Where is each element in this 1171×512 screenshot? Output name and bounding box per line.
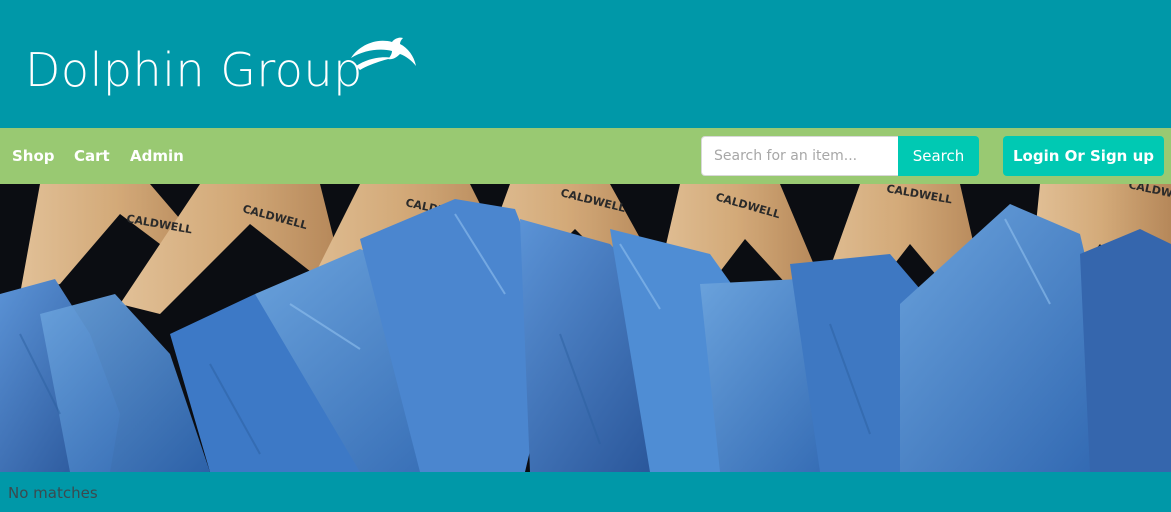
no-matches-text: No matches <box>8 484 98 502</box>
login-signup-button[interactable]: Login Or Sign up <box>1003 136 1164 176</box>
nav-link-cart[interactable]: Cart <box>74 146 110 166</box>
status-bar <box>0 472 1171 512</box>
site-header: Dolphin Group <box>0 0 1171 128</box>
nav-link-admin[interactable]: Admin <box>130 146 184 166</box>
main-navbar: Shop Cart Admin <box>0 128 1171 184</box>
search-input[interactable] <box>701 136 898 176</box>
dolphin-icon <box>351 37 416 70</box>
hero-banner-image: CALDWELL CALDWELL CALDWELL CALDWELL CALD… <box>0 184 1171 472</box>
search-button[interactable]: Search <box>898 136 979 176</box>
nav-link-shop[interactable]: Shop <box>12 146 55 166</box>
brand-title: Dolphin Group <box>25 43 363 97</box>
